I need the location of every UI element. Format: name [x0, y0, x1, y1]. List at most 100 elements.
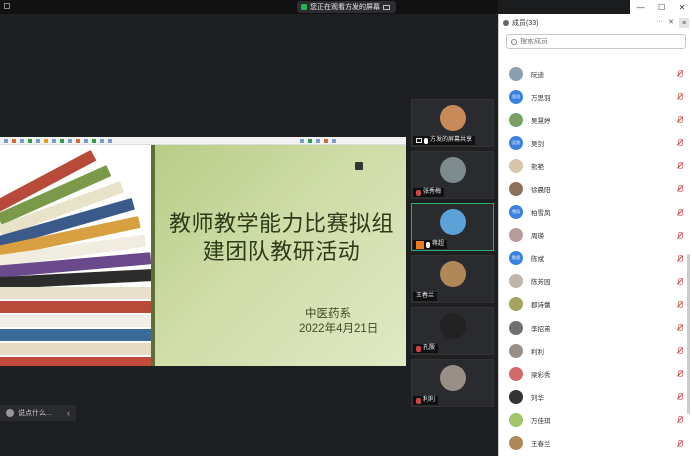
member-name: 刘华 [531, 394, 544, 402]
muted-microphone-icon [677, 185, 683, 193]
video-tile[interactable]: 王春兰 [411, 255, 494, 303]
avatar: 思羽 [509, 89, 523, 104]
microphone-icon [426, 241, 430, 248]
avatar [509, 366, 523, 381]
member-row[interactable]: 陈芳园 [499, 270, 689, 293]
close-icon[interactable]: ✕ [679, 3, 686, 12]
member-name: 利利 [531, 348, 544, 356]
more-options-icon[interactable]: ··· [656, 18, 663, 28]
avatar [440, 261, 466, 287]
tile-name: 王春兰 [416, 293, 435, 299]
screen-icon [383, 4, 390, 10]
member-name: 吴慧婷 [531, 117, 551, 125]
tile-label: 利利 [413, 396, 439, 405]
member-name: 吴剑 [531, 140, 544, 148]
screen-share-banner[interactable]: 您正在观看方发的屏幕 [297, 1, 396, 13]
window-controls: — ☐ ✕ [630, 0, 692, 14]
chat-input-bar[interactable]: 说点什么... ‹ [0, 405, 76, 421]
members-panel: 成员(33) ··· ✕ ≡ 阮迪思羽万思羽吴慧婷吴剑吴剑熊艳徐晨阳雪凤柏雪凤周… [498, 14, 692, 456]
muted-microphone-icon [677, 254, 683, 262]
member-name: 郡诗蕾 [531, 302, 551, 310]
member-row[interactable]: 雪凤 柏雪凤 [499, 201, 689, 224]
video-tile[interactable]: 孔殷 [411, 307, 494, 355]
member-row[interactable]: 郡诗蕾 [499, 293, 689, 316]
avatar [440, 157, 466, 183]
member-row[interactable]: 利利 [499, 339, 689, 362]
member-row[interactable]: 熊艳 [499, 154, 689, 177]
member-name: 陈斌 [531, 256, 544, 264]
member-row[interactable]: 阮迪 [499, 62, 689, 85]
chat-input-placeholder[interactable]: 说点什么... [18, 408, 52, 418]
member-row[interactable]: 李招弟 [499, 316, 689, 339]
member-row[interactable]: 思羽 万思羽 [499, 85, 689, 108]
slide-department: 中医药系 [305, 308, 351, 320]
member-search[interactable] [506, 34, 686, 49]
chevron-left-icon[interactable]: ‹ [67, 408, 70, 418]
muted-microphone-icon [416, 397, 421, 404]
member-row[interactable]: 梁彩秀 [499, 362, 689, 385]
screen-share-icon [416, 138, 422, 143]
member-row[interactable]: 刘华 [499, 385, 689, 408]
shared-screen: 教师教学能力比赛拟组建团队教研活动 中医药系 2022年4月21日 [0, 137, 406, 366]
shared-screen-taskbar [0, 137, 406, 145]
video-tile-active-speaker[interactable]: 蒋超 [411, 203, 494, 251]
slide-date: 2022年4月21日 [299, 323, 379, 335]
muted-microphone-icon [677, 347, 683, 355]
tile-name: 孔殷 [423, 345, 436, 351]
muted-microphone-icon [677, 93, 683, 101]
tile-name: 张秀梅 [423, 189, 442, 195]
avatar [509, 274, 523, 289]
maximize-icon[interactable]: ☐ [658, 3, 665, 12]
close-panel-icon[interactable]: ✕ [668, 18, 674, 28]
microphone-icon [424, 137, 428, 144]
avatar [509, 297, 523, 312]
avatar [440, 105, 466, 131]
video-tile[interactable]: 方发的屏幕共享 [411, 99, 494, 147]
member-list: 阮迪 思羽 万思羽 吴慧婷 吴剑 吴剑 熊艳 徐晨阳 雪凤 柏雪凤 周瑛 陈斌 陈斌 陈芳园 郡诗蕾 李招弟利… [499, 62, 689, 455]
member-name: 陈芳园 [531, 279, 551, 287]
member-search-input[interactable] [520, 38, 670, 45]
avatar [440, 365, 466, 391]
member-name: 万佳琪 [531, 417, 551, 425]
member-row[interactable]: 吴慧婷 [499, 108, 689, 131]
member-name: 李招弟 [531, 325, 551, 333]
member-row[interactable]: 吴剑 吴剑 [499, 131, 689, 154]
avatar: 雪凤 [509, 205, 523, 220]
avatar [440, 313, 466, 339]
member-name: 柏雪凤 [531, 210, 551, 218]
member-row[interactable]: 徐晨阳 [499, 177, 689, 200]
muted-microphone-icon [677, 116, 683, 124]
avatar [440, 209, 466, 235]
window-icon [4, 3, 10, 9]
member-list-scrollbar[interactable] [687, 254, 690, 414]
members-panel-header: 成员(33) ··· ✕ ≡ [499, 14, 692, 32]
member-name: 周瑛 [531, 233, 544, 241]
avatar [509, 412, 523, 427]
muted-microphone-icon [677, 277, 683, 285]
minimize-icon[interactable]: — [637, 3, 645, 12]
member-name: 王春兰 [531, 441, 551, 449]
tile-label: 王春兰 [413, 292, 438, 301]
muted-microphone-icon [677, 393, 683, 401]
panel-menu-icon[interactable]: ≡ [679, 18, 689, 28]
video-tile[interactable]: 张秀梅 [411, 151, 494, 199]
muted-microphone-icon [677, 208, 683, 216]
member-name: 阮迪 [531, 71, 544, 79]
tile-name: 利利 [423, 397, 436, 403]
member-row[interactable]: 王春兰 [499, 432, 689, 455]
share-status-icon [301, 4, 307, 10]
member-row[interactable]: 周瑛 [499, 224, 689, 247]
tile-name: 方发的屏幕共享 [430, 137, 473, 143]
muted-microphone-icon [677, 416, 683, 424]
video-tile[interactable]: 利利 [411, 359, 494, 407]
avatar [509, 343, 523, 358]
tile-label: 孔殷 [413, 344, 439, 353]
member-row[interactable]: 陈斌 陈斌 [499, 247, 689, 270]
share-banner-text: 您正在观看方发的屏幕 [310, 4, 380, 11]
member-row[interactable]: 万佳琪 [499, 408, 689, 431]
search-icon [511, 38, 517, 45]
muted-microphone-icon [416, 345, 421, 352]
muted-microphone-icon [416, 189, 421, 196]
avatar: 陈斌 [509, 251, 523, 266]
muted-microphone-icon [677, 139, 683, 147]
